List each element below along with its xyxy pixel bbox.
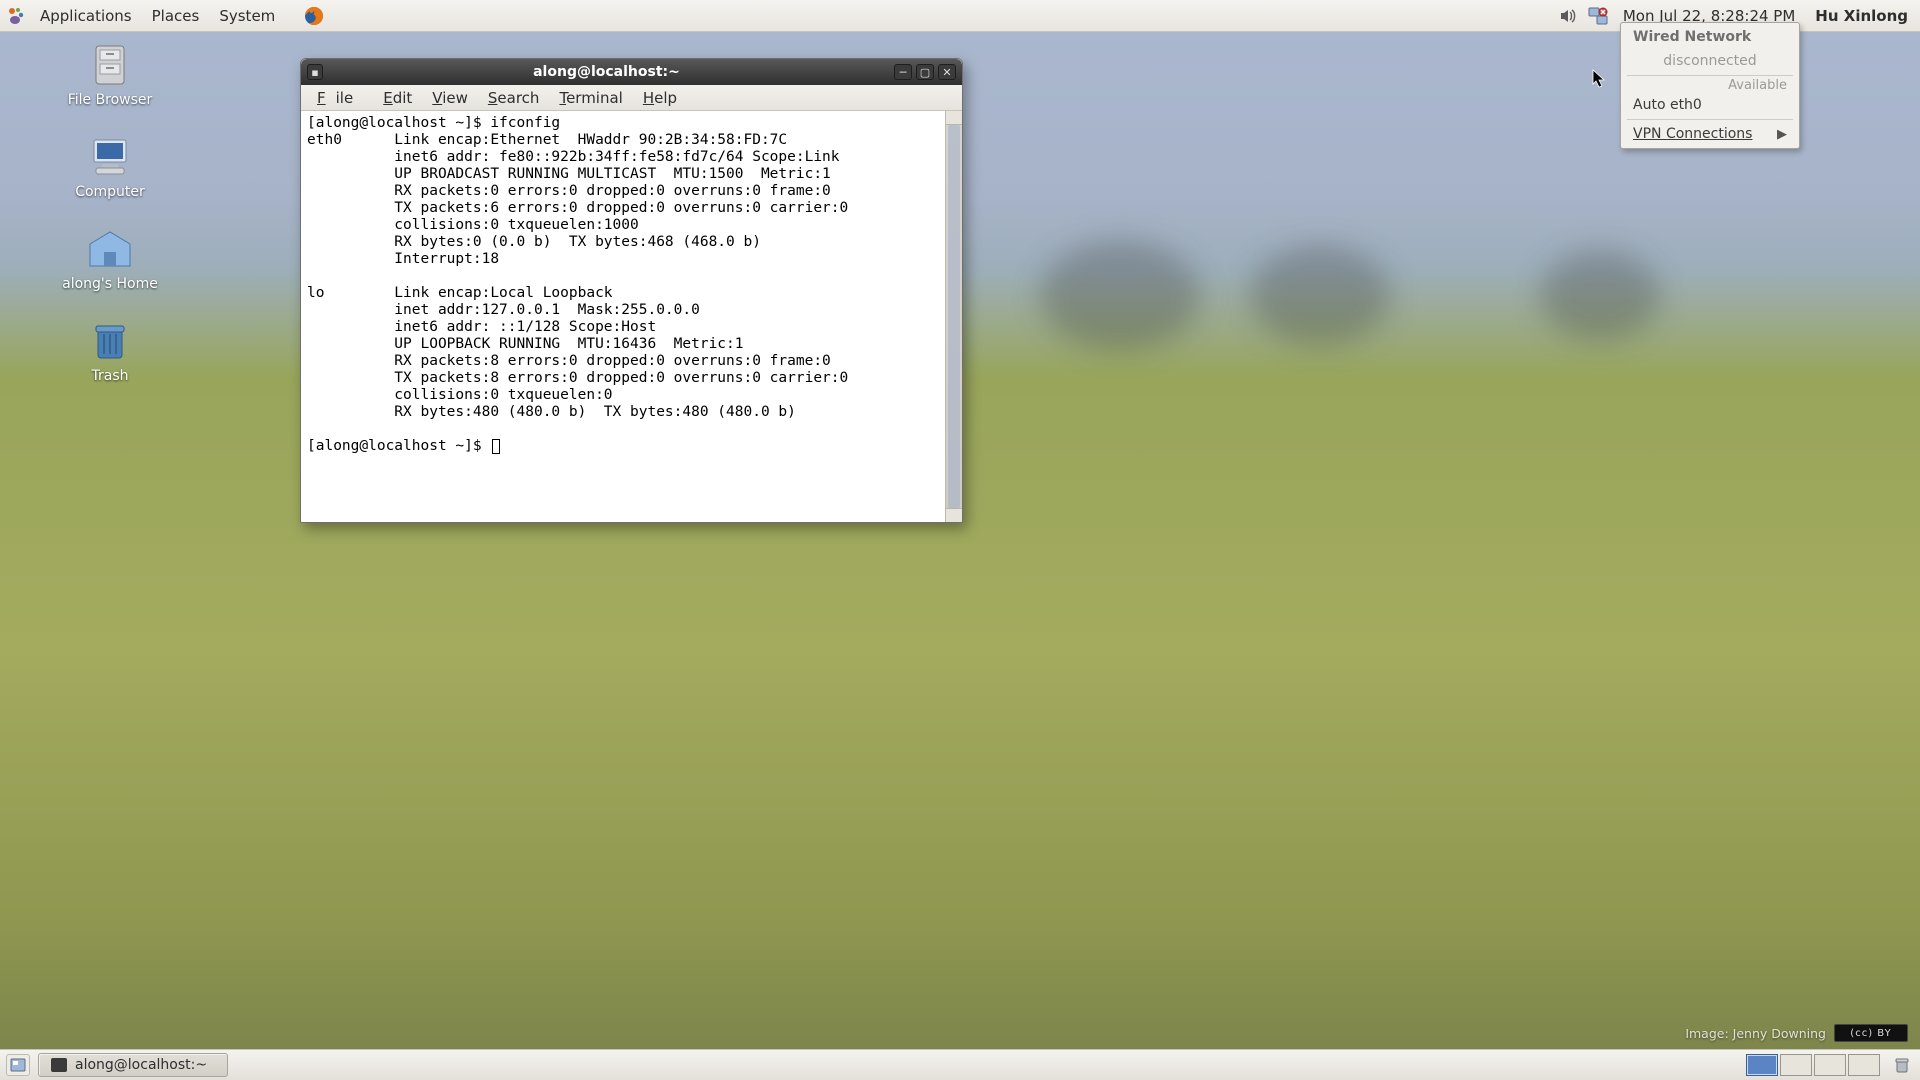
desktop-icon-home[interactable]: along's Home (30, 228, 190, 292)
window-title: along@localhost:~ (323, 64, 890, 80)
workspace-switcher (1746, 1054, 1880, 1076)
terminal-cursor (492, 439, 500, 454)
network-menu: Wired Network disconnected Available Aut… (1620, 22, 1800, 149)
terminal-scrollbar[interactable] (945, 111, 962, 522)
cc-by-badge-icon: (cc) BY (1834, 1024, 1908, 1042)
home-folder-icon (84, 228, 136, 270)
mouse-cursor-icon (1592, 69, 1606, 89)
firefox-launcher-icon[interactable] (303, 5, 325, 27)
desktop-icon-label: along's Home (62, 276, 158, 292)
network-menu-header: Wired Network (1621, 23, 1799, 49)
menu-separator (1627, 119, 1793, 120)
bottom-panel: along@localhost:~ (0, 1049, 1920, 1080)
window-menu-icon[interactable]: ▪ (307, 64, 323, 80)
taskbar-item-label: along@localhost:~ (75, 1057, 207, 1073)
network-manager-icon[interactable] (1587, 5, 1609, 27)
file-cabinet-icon (84, 44, 136, 86)
menu-terminal[interactable]: Terminal (549, 87, 632, 109)
scroll-up-button[interactable] (946, 111, 962, 125)
panel-trash-icon[interactable] (1890, 1054, 1914, 1076)
menu-view[interactable]: View (422, 87, 478, 109)
menu-separator (1627, 75, 1793, 76)
network-status-disconnected: disconnected (1621, 49, 1799, 73)
window-titlebar[interactable]: ▪ along@localhost:~ ─ ▢ ✕ (301, 59, 962, 85)
menu-help[interactable]: Help (633, 87, 687, 109)
attribution-text: Image: Jenny Downing (1685, 1026, 1826, 1041)
menu-system[interactable]: System (209, 3, 285, 29)
chevron-right-icon: ▶ (1777, 127, 1787, 142)
network-menu-vpn[interactable]: VPN Connections ▶ (1621, 122, 1799, 146)
vpn-label: VPN Connections (1633, 126, 1752, 142)
minimize-button[interactable]: ─ (894, 64, 912, 80)
workspace-1[interactable] (1746, 1054, 1778, 1076)
desktop-icon-trash[interactable]: Trash (30, 320, 190, 384)
trash-icon (84, 320, 136, 362)
maximize-button[interactable]: ▢ (916, 64, 934, 80)
workspace-3[interactable] (1814, 1054, 1846, 1076)
terminal-icon (51, 1058, 67, 1072)
terminal-output[interactable]: [along@localhost ~]$ ifconfig eth0 Link … (301, 111, 945, 522)
menu-edit[interactable]: Edit (373, 87, 422, 109)
user-menu[interactable]: Hu Xinlong (1809, 7, 1908, 25)
menu-places[interactable]: Places (142, 3, 210, 29)
wallpaper-attribution: Image: Jenny Downing (cc) BY (1685, 1024, 1908, 1042)
desktop-icon-label: File Browser (68, 92, 153, 108)
desktop-icon-label: Trash (92, 368, 129, 384)
desktop-icon-file-browser[interactable]: File Browser (30, 44, 190, 108)
menu-search[interactable]: Search (478, 87, 550, 109)
terminal-menubar: File Edit View Search Terminal Help (301, 85, 962, 111)
close-button[interactable]: ✕ (938, 64, 956, 80)
gnome-foot-icon (6, 6, 26, 26)
desktop-icon-label: Computer (75, 184, 145, 200)
show-desktop-button[interactable] (6, 1054, 30, 1076)
workspace-4[interactable] (1848, 1054, 1880, 1076)
menu-file[interactable]: File (307, 87, 373, 109)
desktop-icons: File Browser Computer along's Home Trash (30, 44, 190, 412)
scroll-down-button[interactable] (946, 508, 962, 522)
terminal-window: ▪ along@localhost:~ ─ ▢ ✕ File Edit View… (300, 58, 963, 523)
menu-applications[interactable]: Applications (30, 3, 142, 29)
workspace-2[interactable] (1780, 1054, 1812, 1076)
taskbar-item-terminal[interactable]: along@localhost:~ (38, 1053, 228, 1077)
computer-icon (84, 136, 136, 178)
network-menu-auto-eth0[interactable]: Auto eth0 (1621, 93, 1799, 117)
scroll-thumb[interactable] (948, 125, 960, 508)
volume-icon[interactable] (1557, 5, 1579, 27)
desktop-icon-computer[interactable]: Computer (30, 136, 190, 200)
network-available-label: Available (1621, 78, 1799, 93)
